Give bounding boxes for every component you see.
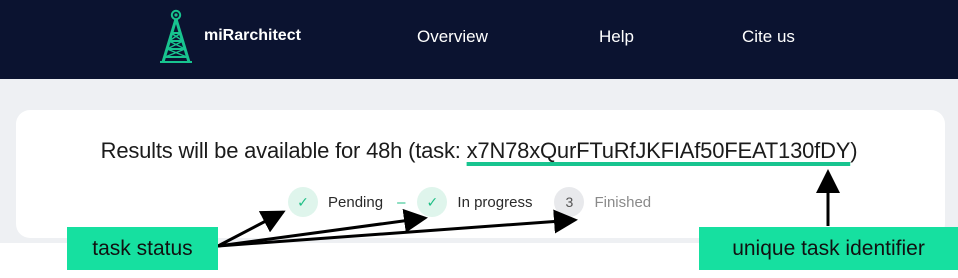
results-message: Results will be available for 48h (task:… <box>0 138 958 164</box>
step-label: Pending <box>328 193 384 211</box>
step-pending: ✓ Pending <box>288 187 383 217</box>
tower-logo-icon <box>160 9 192 63</box>
results-suffix: ) <box>850 138 858 163</box>
step-in-progress: ✓ In progress <box>417 187 532 217</box>
brand-name: miRarchitect <box>204 27 301 44</box>
step-label: Finished <box>594 193 652 211</box>
step-label: In progress <box>457 193 533 211</box>
task-status-steps: ✓ Pending – ✓ In progress 3 Finished <box>288 186 651 218</box>
results-card <box>16 110 945 238</box>
brand-link[interactable]: miRarchitect <box>158 8 301 64</box>
step-separator: – <box>397 193 406 211</box>
nav-help-link[interactable]: Help <box>599 26 634 48</box>
task-id[interactable]: x7N78xQurFTuRfJKFIAf50FEAT130fDY <box>467 138 851 163</box>
task-identifier-annotation: unique task identifier <box>699 227 958 270</box>
step-number: 3 <box>554 187 585 217</box>
task-status-annotation: task status <box>67 227 218 270</box>
nav-overview-link[interactable]: Overview <box>417 26 488 48</box>
top-navbar: miRarchitect Overview Help Cite us <box>0 0 958 79</box>
checkmark-icon: ✓ <box>288 187 318 217</box>
step-finished: 3 Finished <box>554 187 651 217</box>
results-prefix: Results will be available for 48h (task: <box>100 138 467 163</box>
nav-cite-link[interactable]: Cite us <box>742 26 795 48</box>
checkmark-icon: ✓ <box>417 187 448 217</box>
